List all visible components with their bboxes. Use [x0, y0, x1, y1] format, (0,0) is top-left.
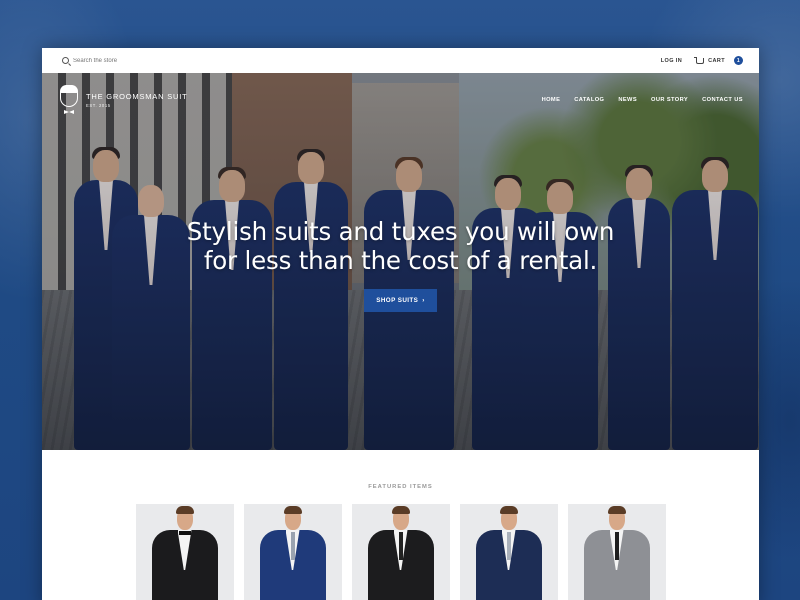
shop-suits-button[interactable]: SHOP SUITS ›: [364, 289, 437, 312]
model-hair: [499, 506, 518, 514]
cart-count-badge: 1: [734, 56, 743, 65]
product-card[interactable]: [351, 504, 450, 600]
main-nav: HOME CATALOG NEWS OUR STORY CONTACT US: [542, 97, 743, 103]
product-card[interactable]: [135, 504, 234, 600]
necktie-image: [614, 532, 619, 560]
model-hair: [175, 506, 194, 514]
product-card[interactable]: [567, 504, 666, 600]
necktie-image: [506, 532, 511, 560]
search-bar[interactable]: [62, 57, 193, 64]
brand-name: THE GROOMSMAN SUIT: [86, 92, 188, 101]
necktie-image: [290, 532, 295, 560]
nav-item-contact-us[interactable]: CONTACT US: [702, 97, 743, 103]
nav-item-catalog[interactable]: CATALOG: [574, 97, 604, 103]
site-window: LOG IN CART 1: [42, 48, 759, 600]
featured-products: [42, 504, 759, 600]
bow-tie-image: [178, 531, 191, 535]
model-hair: [607, 506, 626, 514]
hero-content: Stylish suits and tuxes you will own for…: [42, 217, 759, 312]
chevron-right-icon: ›: [422, 297, 425, 304]
shop-suits-label: SHOP SUITS: [376, 297, 419, 304]
product-card[interactable]: [459, 504, 558, 600]
groomsman-logo-icon: [58, 85, 80, 115]
hero-headline-line: Stylish suits and tuxes you will own: [186, 217, 615, 246]
utility-bar: LOG IN CART 1: [42, 48, 759, 73]
hero-headline-line: for less than the cost of a rental.: [203, 246, 598, 275]
model-hair: [391, 506, 410, 514]
search-input[interactable]: [73, 57, 193, 64]
nav-item-home[interactable]: HOME: [542, 97, 561, 103]
nav-item-news[interactable]: NEWS: [618, 97, 637, 103]
cart-label: CART: [708, 57, 725, 64]
account-links: LOG IN CART 1: [661, 56, 743, 65]
brand-wordmark: THE GROOMSMAN SUIT EST. 2015: [86, 92, 188, 108]
cart-icon: [694, 56, 705, 64]
search-icon: [62, 57, 69, 64]
brand-logo[interactable]: THE GROOMSMAN SUIT EST. 2015: [58, 85, 188, 115]
product-card[interactable]: [243, 504, 342, 600]
brand-established: EST. 2015: [86, 103, 111, 108]
hero-headline: Stylish suits and tuxes you will own for…: [42, 217, 759, 275]
model-hair: [283, 506, 302, 514]
nav-item-our-story[interactable]: OUR STORY: [651, 97, 688, 103]
featured-items-heading: FEATURED ITEMS: [368, 484, 433, 490]
cart-link[interactable]: CART 1: [694, 56, 743, 65]
hero-banner: THE GROOMSMAN SUIT EST. 2015 HOME CATALO…: [42, 73, 759, 450]
login-link[interactable]: LOG IN: [661, 58, 682, 64]
necktie-image: [398, 532, 403, 560]
